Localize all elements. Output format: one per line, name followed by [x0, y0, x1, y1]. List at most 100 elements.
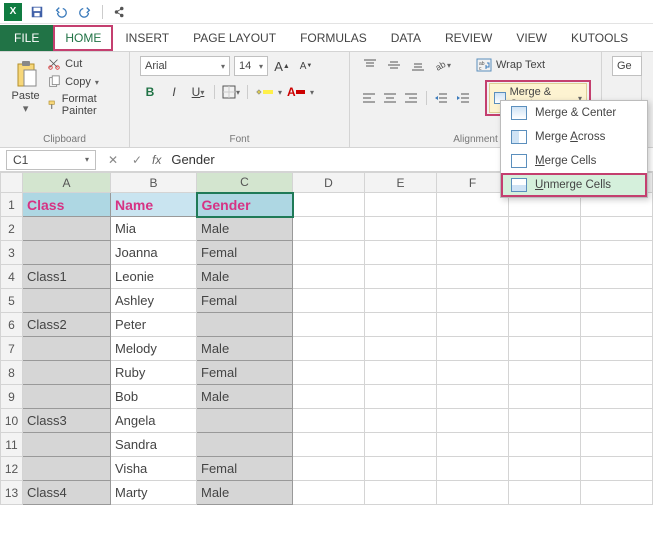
- align-bottom-icon[interactable]: [408, 56, 428, 74]
- cell[interactable]: [581, 313, 653, 337]
- cell[interactable]: [437, 241, 509, 265]
- cell[interactable]: [437, 481, 509, 505]
- cell-B6[interactable]: Peter: [111, 313, 197, 337]
- align-middle-icon[interactable]: [384, 56, 404, 74]
- name-box[interactable]: C1 ▾: [6, 150, 96, 170]
- decrease-font-icon[interactable]: A▼: [296, 56, 316, 76]
- number-format-combo[interactable]: Ge: [612, 56, 642, 76]
- cell-C12[interactable]: Femal: [197, 457, 293, 481]
- cell-A3[interactable]: [23, 241, 111, 265]
- row-header-3[interactable]: 3: [1, 241, 23, 265]
- cell-F1[interactable]: [437, 193, 509, 217]
- copy-button[interactable]: Copy ▾: [45, 74, 119, 90]
- cell[interactable]: [509, 361, 581, 385]
- col-header-A[interactable]: A: [23, 173, 111, 193]
- align-center-icon[interactable]: [381, 89, 398, 107]
- qat-action-icon[interactable]: [111, 3, 129, 21]
- cell-B1[interactable]: Name: [111, 193, 197, 217]
- cell[interactable]: [509, 457, 581, 481]
- tab-data[interactable]: DATA: [379, 25, 433, 51]
- cell[interactable]: [509, 337, 581, 361]
- select-all-corner[interactable]: [1, 173, 23, 193]
- col-header-F[interactable]: F: [437, 173, 509, 193]
- cell[interactable]: [365, 241, 437, 265]
- cell-B7[interactable]: Melody: [111, 337, 197, 361]
- cell-C8[interactable]: Femal: [197, 361, 293, 385]
- cell[interactable]: [365, 385, 437, 409]
- cell[interactable]: [293, 409, 365, 433]
- cell[interactable]: [293, 265, 365, 289]
- cell-B4[interactable]: Leonie: [111, 265, 197, 289]
- cell[interactable]: [365, 289, 437, 313]
- cell-C2[interactable]: Male: [197, 217, 293, 241]
- cell[interactable]: [365, 361, 437, 385]
- cell[interactable]: [581, 241, 653, 265]
- cell[interactable]: [437, 385, 509, 409]
- cell[interactable]: [293, 385, 365, 409]
- fill-color-button[interactable]: [254, 82, 274, 102]
- align-right-icon[interactable]: [403, 89, 420, 107]
- align-left-icon[interactable]: [360, 89, 377, 107]
- col-header-B[interactable]: B: [111, 173, 197, 193]
- cell[interactable]: [581, 457, 653, 481]
- cell[interactable]: [293, 289, 365, 313]
- tab-view[interactable]: VIEW: [504, 25, 559, 51]
- cell-E1[interactable]: [365, 193, 437, 217]
- tab-page-layout[interactable]: PAGE LAYOUT: [181, 25, 288, 51]
- cell[interactable]: [293, 313, 365, 337]
- cell[interactable]: [437, 457, 509, 481]
- cell-C9[interactable]: Male: [197, 385, 293, 409]
- row-header-4[interactable]: 4: [1, 265, 23, 289]
- cell[interactable]: [365, 265, 437, 289]
- cell[interactable]: [293, 217, 365, 241]
- cell-C7[interactable]: Male: [197, 337, 293, 361]
- save-icon[interactable]: [28, 3, 46, 21]
- cell[interactable]: [581, 481, 653, 505]
- cell[interactable]: [581, 433, 653, 457]
- cell-B13[interactable]: Marty: [111, 481, 197, 505]
- cell-C11[interactable]: [197, 433, 293, 457]
- cell[interactable]: [437, 313, 509, 337]
- cell[interactable]: [581, 217, 653, 241]
- cell-C10[interactable]: [197, 409, 293, 433]
- font-size-combo[interactable]: 14 ▾: [234, 56, 268, 76]
- cell-A8[interactable]: [23, 361, 111, 385]
- col-header-C[interactable]: C: [197, 173, 293, 193]
- cell-C13[interactable]: Male: [197, 481, 293, 505]
- cell-B2[interactable]: Mia: [111, 217, 197, 241]
- chevron-down-icon[interactable]: ▾: [310, 88, 314, 97]
- cell-D1[interactable]: [293, 193, 365, 217]
- cell[interactable]: [581, 361, 653, 385]
- increase-indent-icon[interactable]: [454, 89, 471, 107]
- row-header-6[interactable]: 6: [1, 313, 23, 337]
- tab-home[interactable]: HOME: [53, 25, 113, 51]
- cell-C4[interactable]: Male: [197, 265, 293, 289]
- wrap-text-button[interactable]: abc Wrap Text: [472, 56, 549, 74]
- cell-A9[interactable]: [23, 385, 111, 409]
- cell[interactable]: [365, 481, 437, 505]
- cell[interactable]: [365, 313, 437, 337]
- tab-formulas[interactable]: FORMULAS: [288, 25, 379, 51]
- cell[interactable]: [581, 337, 653, 361]
- font-name-combo[interactable]: Arial ▾: [140, 56, 230, 76]
- tab-kutools[interactable]: KUTOOLS: [559, 25, 640, 51]
- cell[interactable]: [365, 409, 437, 433]
- cell[interactable]: [509, 265, 581, 289]
- cell-B9[interactable]: Bob: [111, 385, 197, 409]
- cell-B12[interactable]: Visha: [111, 457, 197, 481]
- undo-icon[interactable]: [52, 3, 70, 21]
- cell-A11[interactable]: [23, 433, 111, 457]
- cell[interactable]: [509, 289, 581, 313]
- cell-B10[interactable]: Angela: [111, 409, 197, 433]
- cancel-formula-icon[interactable]: ✕: [104, 151, 122, 169]
- cell[interactable]: [437, 265, 509, 289]
- col-header-E[interactable]: E: [365, 173, 437, 193]
- cell[interactable]: [509, 481, 581, 505]
- cell-A5[interactable]: [23, 289, 111, 313]
- cell-B3[interactable]: Joanna: [111, 241, 197, 265]
- increase-font-icon[interactable]: A▲: [272, 56, 292, 76]
- row-header-9[interactable]: 9: [1, 385, 23, 409]
- cell-A1[interactable]: Class: [23, 193, 111, 217]
- cell-A12[interactable]: [23, 457, 111, 481]
- cell[interactable]: [509, 409, 581, 433]
